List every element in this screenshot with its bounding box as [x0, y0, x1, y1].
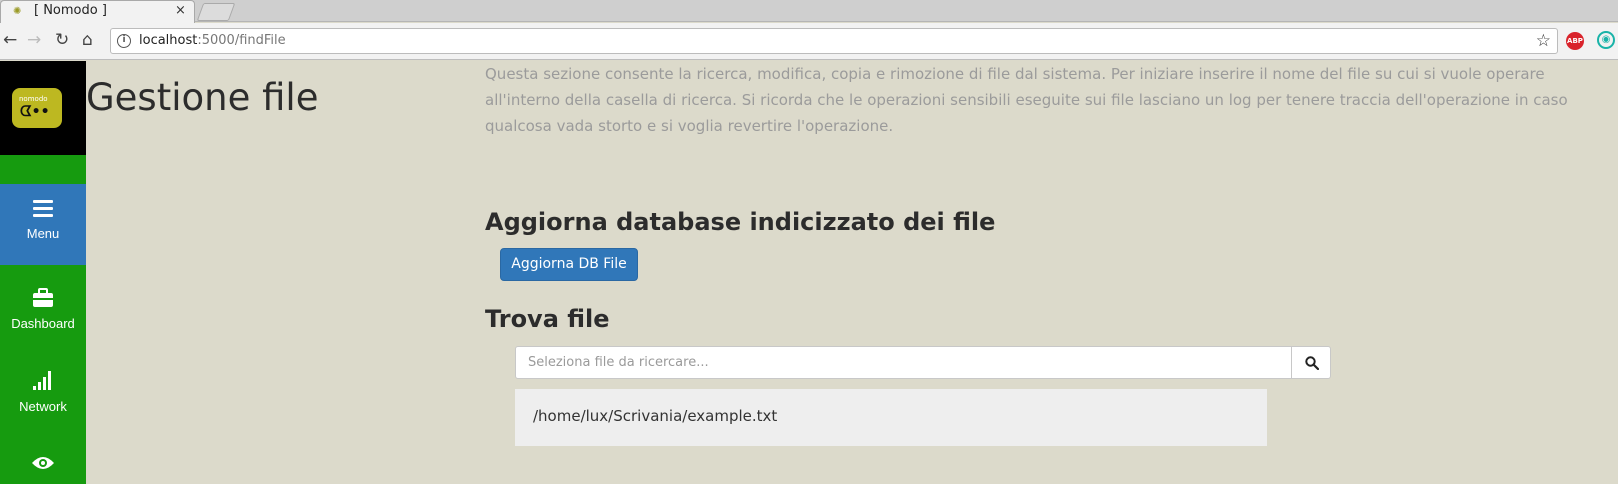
nomodo-logo: nomodo ᗧ•• — [12, 88, 62, 128]
search-field[interactable] — [515, 346, 1292, 379]
sidebar-item-label: Menu — [26, 226, 60, 241]
browser-toolbar: ← → ↻ ⌂ i localhost:5000/findFile ☆ ABP … — [0, 23, 1618, 60]
search-button[interactable] — [1291, 346, 1331, 379]
signal-bars-icon — [33, 370, 53, 390]
forward-icon[interactable]: → — [27, 30, 41, 50]
address-bar[interactable]: i localhost:5000/findFile ☆ — [110, 28, 1558, 54]
sidebar-item-menu[interactable]: Menu — [0, 184, 86, 265]
update-db-button[interactable]: Aggiorna DB File — [500, 248, 638, 281]
sidebar: nomodo ᗧ•• Menu Dashboard Network — [0, 61, 86, 484]
back-icon[interactable]: ← — [3, 30, 17, 50]
sidebar-item-label: Dashboard — [11, 316, 75, 331]
sidebar-item-network[interactable]: Network — [0, 370, 86, 415]
logo-area[interactable]: nomodo ᗧ•• — [0, 61, 86, 155]
sidebar-item-dashboard[interactable]: Dashboard — [0, 287, 86, 332]
search-input[interactable] — [516, 347, 1291, 378]
logo-text: nomodo — [19, 95, 48, 103]
new-tab-button[interactable] — [196, 3, 236, 21]
page-title: Gestione file — [86, 76, 319, 119]
briefcase-icon — [33, 288, 53, 307]
tab-title: [ Nomodo ] — [34, 3, 107, 18]
search-icon — [1305, 356, 1319, 370]
search-result-item[interactable]: /home/lux/Scrivania/example.txt — [515, 389, 1267, 446]
star-icon[interactable]: ☆ — [1536, 31, 1551, 51]
find-file-heading: Trova file — [485, 305, 610, 333]
sidebar-item-label: Network — [19, 399, 67, 414]
logo-glyph-icon: ᗧ•• — [20, 104, 50, 120]
url-text[interactable]: localhost:5000/findFile — [139, 33, 286, 48]
info-icon[interactable]: i — [117, 34, 131, 48]
extension-icon[interactable]: ◉ — [1597, 31, 1615, 49]
eye-icon — [32, 457, 54, 469]
update-db-heading: Aggiorna database indicizzato dei file — [485, 208, 996, 236]
adblock-icon[interactable]: ABP — [1566, 32, 1584, 50]
url-host: localhost — [139, 33, 198, 48]
result-path: /home/lux/Scrivania/example.txt — [533, 407, 778, 425]
home-icon[interactable]: ⌂ — [82, 30, 93, 50]
browser-tab[interactable]: ✺ [ Nomodo ] × — [0, 0, 195, 23]
reload-icon[interactable]: ↻ — [55, 30, 69, 50]
sidebar-item-monitor[interactable] — [0, 454, 86, 476]
tab-close-icon[interactable]: × — [175, 3, 186, 18]
browser-tabstrip: ✺ [ Nomodo ] × — [0, 0, 1618, 23]
favicon-icon: ✺ — [13, 6, 22, 17]
url-path: :5000/findFile — [197, 33, 286, 48]
hamburger-icon — [33, 200, 53, 217]
intro-text: Questa sezione consente la ricerca, modi… — [485, 65, 1568, 135]
